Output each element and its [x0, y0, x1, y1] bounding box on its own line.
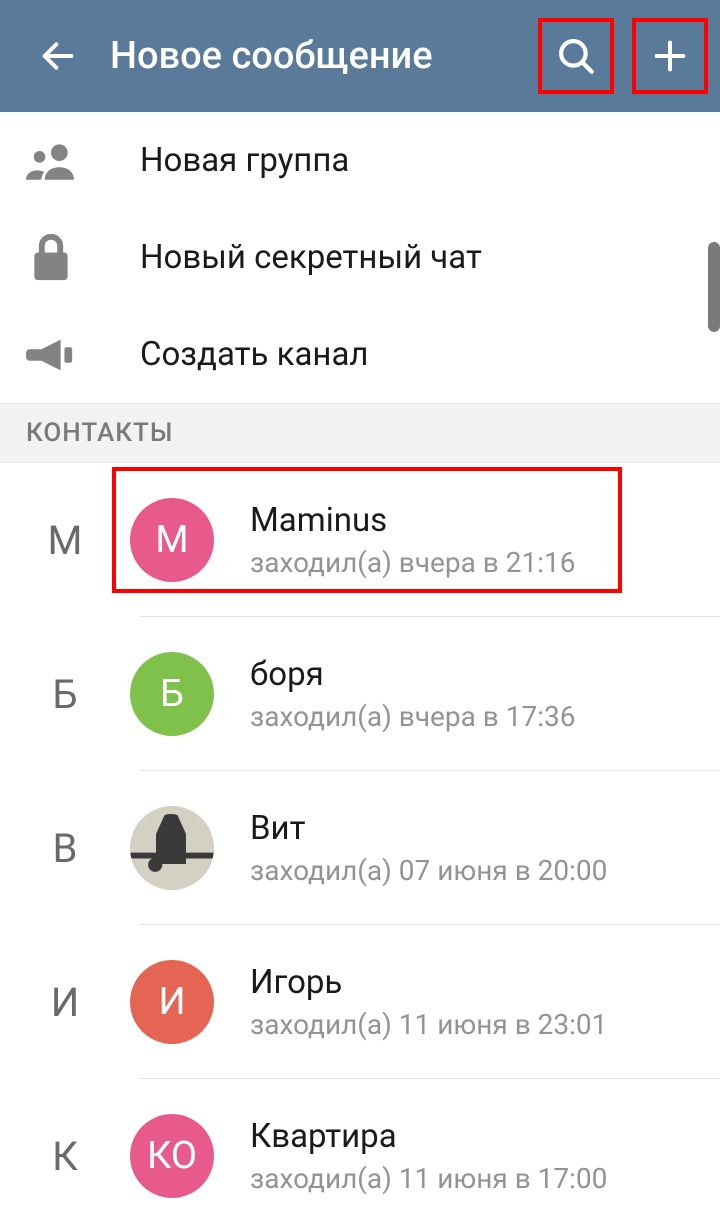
contacts-list: ММ Maminus заходил(а) вчера в 21:16 ББборя з… [0, 463, 720, 1232]
avatar: Б [130, 652, 214, 736]
contact-info: Квартира заходил(а) 11 июня в 17:00 [250, 1117, 607, 1195]
contact-row[interactable]: ББборя заходил(а) вчера в 17:36 [0, 617, 720, 771]
contact-info: Вит заходил(а) 07 июня в 20:00 [250, 809, 607, 887]
contact-row[interactable]: ККО Квартира заходил(а) 11 июня в 17:00 [0, 1079, 720, 1232]
contact-status: заходил(а) вчера в 21:16 [250, 546, 575, 579]
add-button[interactable] [632, 18, 708, 94]
index-letter: И [0, 979, 130, 1026]
contact-info: Игорь заходил(а) 11 июня в 23:01 [250, 963, 607, 1041]
back-button[interactable] [34, 32, 82, 80]
index-letter: Б [0, 671, 130, 718]
index-letter: В [0, 825, 130, 872]
contact-row[interactable]: ММ Maminus заходил(а) вчера в 21:16 [0, 463, 720, 617]
action-secret-chat[interactable]: Новый секретный чат [0, 209, 720, 306]
contact-status: заходил(а) вчера в 17:36 [250, 700, 575, 733]
avatar: И [130, 960, 214, 1044]
app-header: Новое сообщение [0, 0, 720, 112]
megaphone-icon [24, 328, 78, 382]
avatar: КО [130, 1114, 214, 1198]
group-icon [24, 134, 78, 188]
index-letter: К [0, 1133, 130, 1180]
contact-status: заходил(а) 11 июня в 23:01 [250, 1008, 607, 1041]
action-label: Создать канал [140, 335, 369, 374]
action-new-group[interactable]: Новая группа [0, 112, 720, 209]
section-title: КОНТАКТЫ [26, 418, 173, 448]
contact-name: Игорь [250, 963, 607, 1002]
avatar: М [130, 498, 214, 582]
contact-row[interactable]: ИИ Игорь заходил(а) 11 июня в 23:01 [0, 925, 720, 1079]
arrow-left-icon [38, 36, 78, 76]
contact-name: боря [250, 655, 575, 694]
contact-name: Квартира [250, 1117, 607, 1156]
contact-status: заходил(а) 11 июня в 17:00 [250, 1162, 607, 1195]
action-label: Новый секретный чат [140, 238, 482, 277]
index-letter: М [0, 517, 130, 564]
scrollbar-thumb[interactable] [708, 242, 720, 332]
contact-row[interactable]: В Вит заходил(а) 07 июня в 20:00 [0, 771, 720, 925]
action-create-channel[interactable]: Создать канал [0, 306, 720, 403]
search-icon [555, 35, 597, 77]
contact-name: Вит [250, 809, 607, 848]
page-title: Новое сообщение [110, 34, 526, 78]
search-button[interactable] [538, 18, 614, 94]
section-header-contacts: КОНТАКТЫ [0, 403, 720, 463]
contact-name: Maminus [250, 501, 575, 540]
contact-info: Maminus заходил(а) вчера в 21:16 [250, 501, 575, 579]
lock-icon [24, 231, 78, 285]
contact-info: боря заходил(а) вчера в 17:36 [250, 655, 575, 733]
action-label: Новая группа [140, 141, 349, 180]
plus-icon [650, 36, 690, 76]
avatar [130, 806, 214, 890]
contact-status: заходил(а) 07 июня в 20:00 [250, 854, 607, 887]
